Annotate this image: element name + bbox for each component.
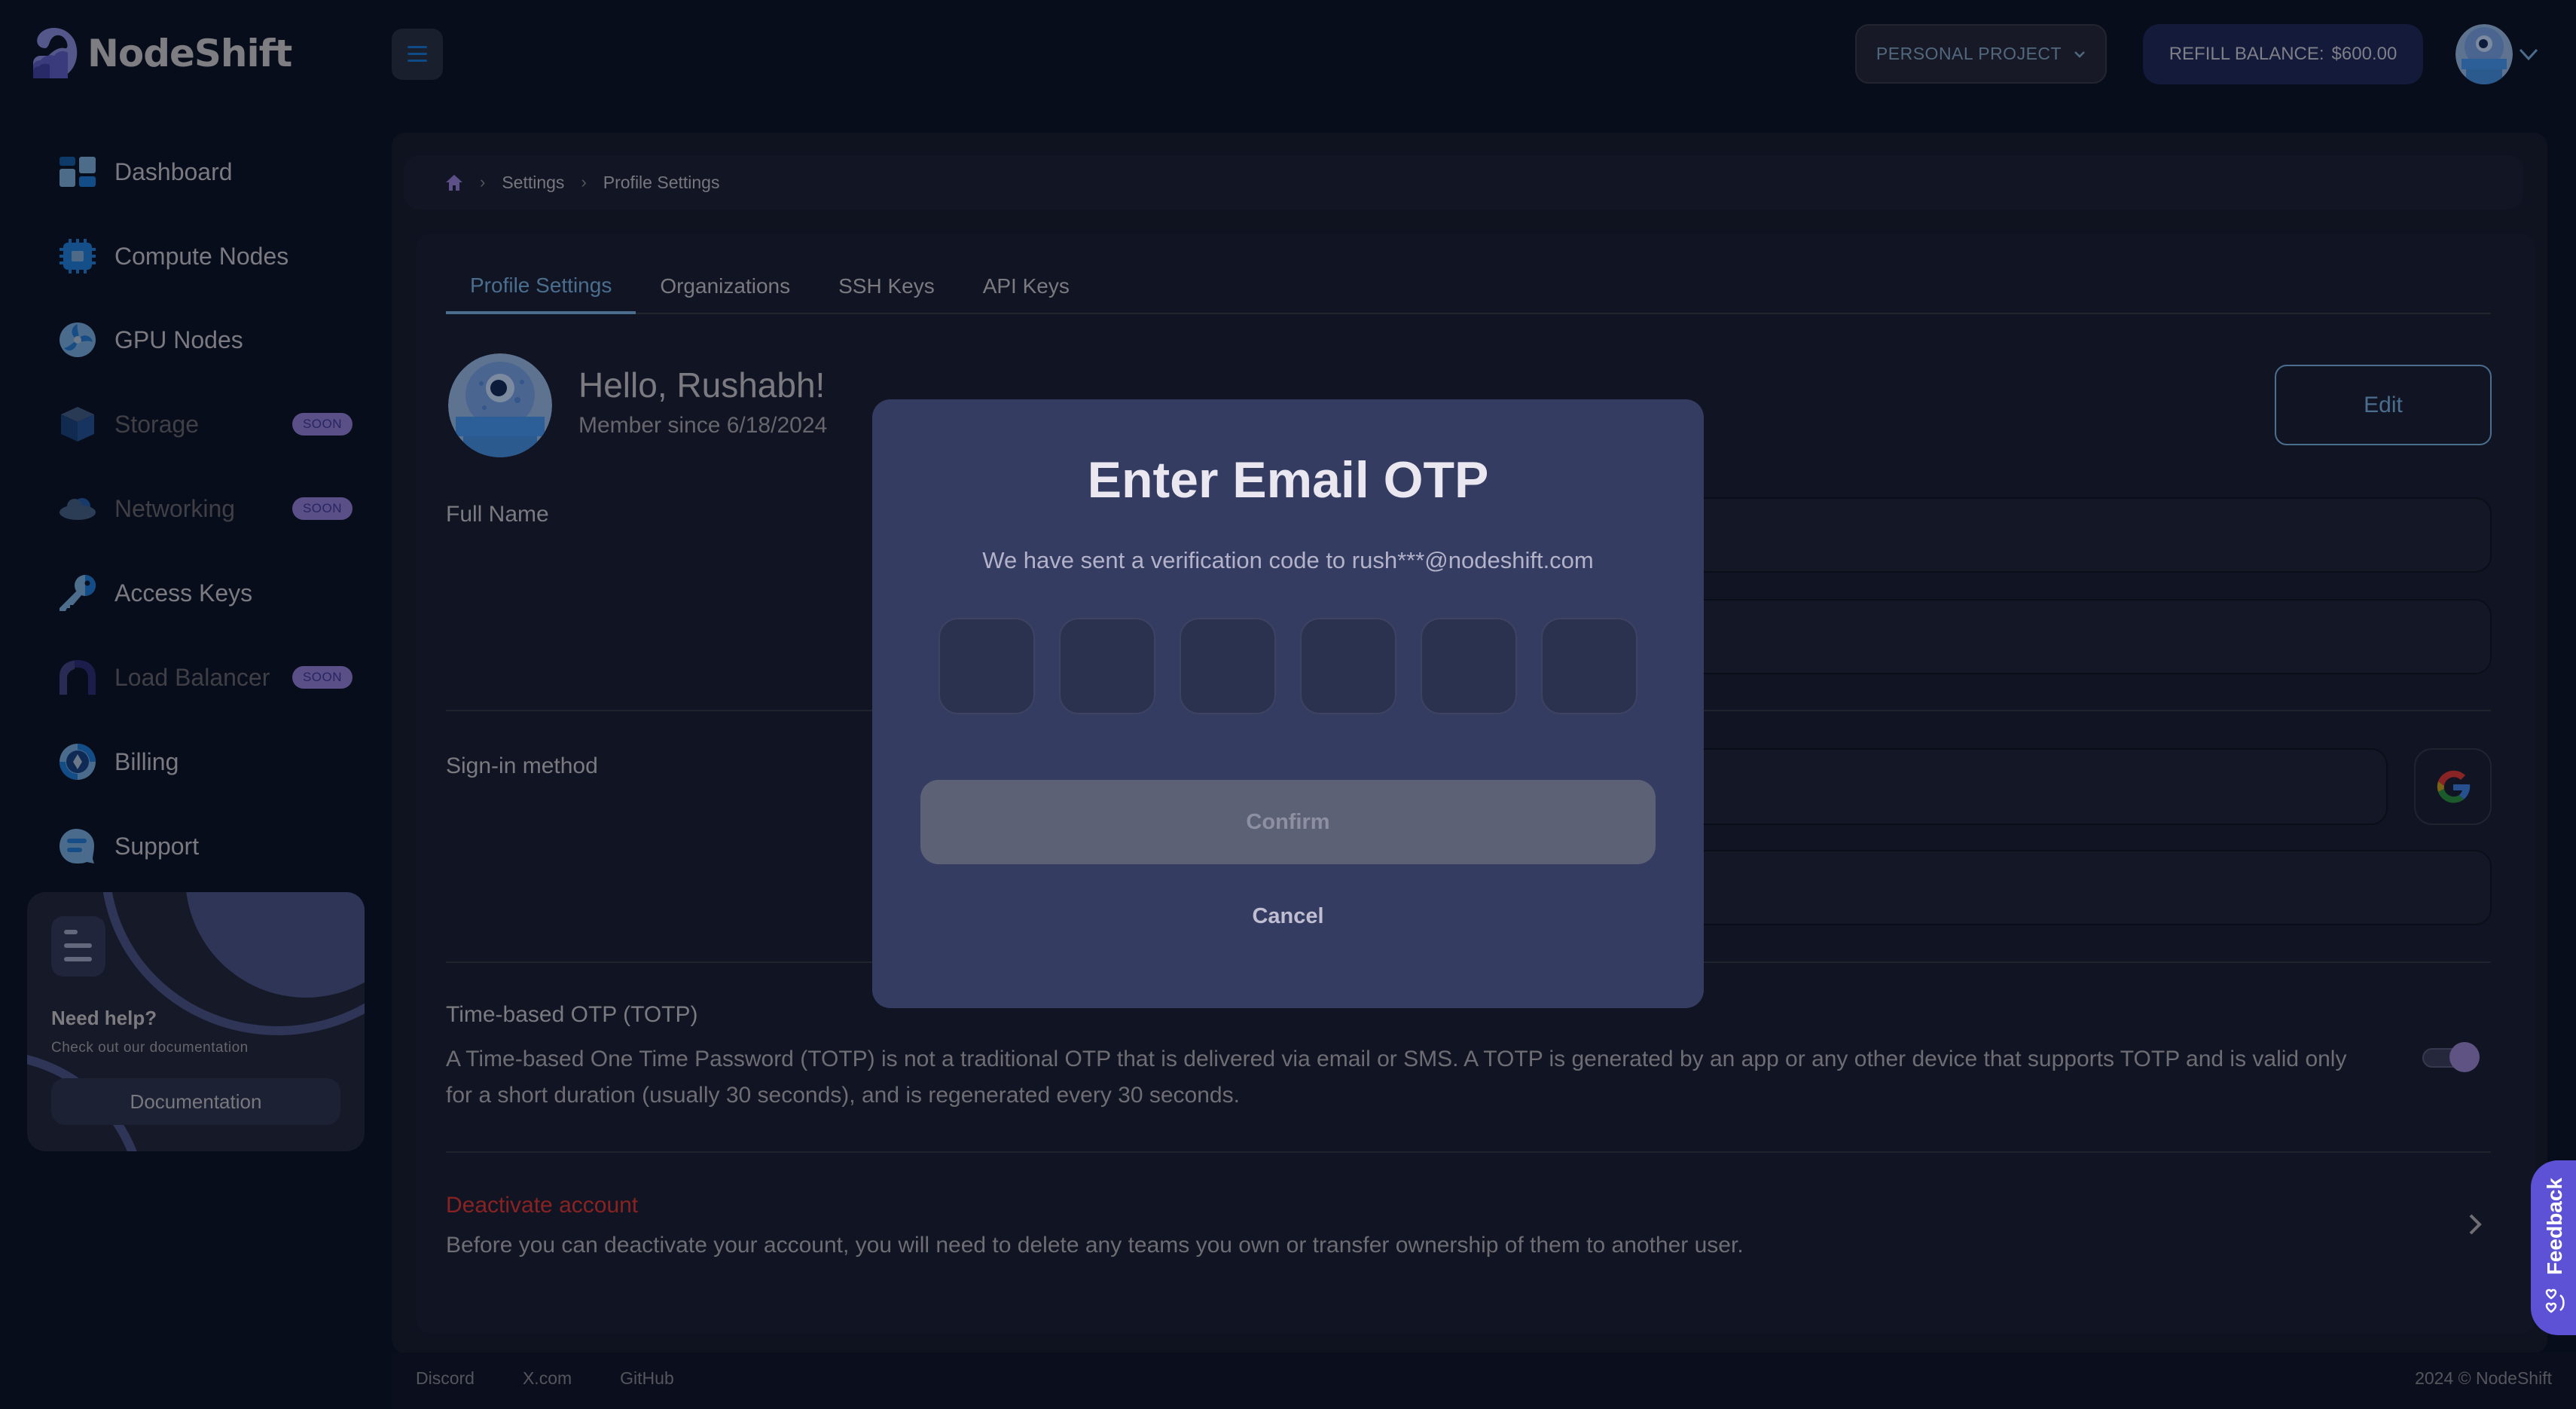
otp-digit-4[interactable] bbox=[1300, 618, 1396, 714]
otp-digit-3[interactable] bbox=[1180, 618, 1276, 714]
cancel-button[interactable]: Cancel bbox=[872, 904, 1704, 929]
otp-inputs bbox=[939, 618, 1637, 714]
otp-digit-2[interactable] bbox=[1059, 618, 1155, 714]
confirm-button[interactable]: Confirm bbox=[920, 780, 1656, 864]
otp-digit-1[interactable] bbox=[939, 618, 1035, 714]
otp-digit-5[interactable] bbox=[1421, 618, 1517, 714]
email-otp-modal: Enter Email OTP We have sent a verificat… bbox=[872, 399, 1704, 1008]
otp-digit-6[interactable] bbox=[1541, 618, 1637, 714]
modal-title: Enter Email OTP bbox=[1087, 451, 1489, 509]
modal-subtitle: We have sent a verification code to rush… bbox=[982, 547, 1594, 573]
